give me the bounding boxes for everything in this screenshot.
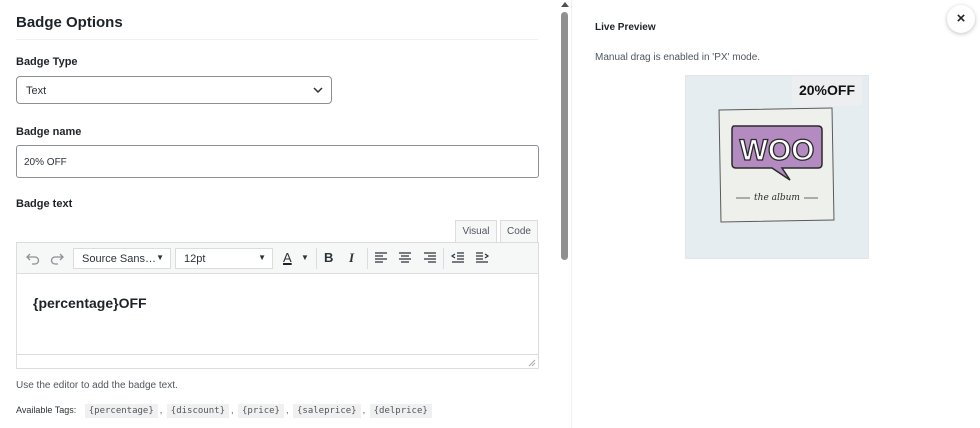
editor-content-area[interactable]: {percentage}OFF: [17, 275, 538, 354]
badge-options-panel: Badge Options Badge Type Text Badge name…: [0, 0, 556, 428]
album-caption-text: the album: [754, 193, 800, 203]
badge-text-label: Badge text: [16, 198, 73, 210]
indent-icon[interactable]: [474, 250, 490, 266]
badge-type-select[interactable]: Text: [16, 76, 332, 104]
font-family-select[interactable]: Source Sans… ▼: [73, 248, 171, 269]
live-preview-note: Manual drag is enabled in 'PX' mode.: [595, 52, 761, 63]
chevron-down-icon: [313, 87, 323, 94]
dropdown-arrow-icon: ▼: [156, 253, 164, 262]
badge-type-value: Text: [26, 85, 47, 97]
text-color-button[interactable]: A ▼: [279, 248, 313, 269]
panel-divider: [571, 0, 572, 428]
italic-button[interactable]: I: [349, 250, 354, 266]
align-right-icon[interactable]: [422, 250, 438, 266]
badge-name-label: Badge name: [16, 126, 82, 138]
available-tags: Available Tags: {percentage}, {discount}…: [16, 404, 434, 418]
badge-type-label: Badge Type: [16, 56, 78, 68]
toolbar-separator: [443, 248, 444, 269]
font-size-value: 12pt: [184, 253, 206, 265]
badge-name-input[interactable]: 20% OFF: [16, 145, 539, 178]
toolbar-separator: [367, 248, 368, 269]
album-logo-text: WOO: [740, 134, 815, 167]
badge-text-content: {percentage}OFF: [33, 295, 147, 311]
tab-code[interactable]: Code: [500, 220, 538, 243]
bold-button[interactable]: B: [324, 250, 333, 265]
toolbar-separator: [316, 248, 317, 269]
tag-percentage[interactable]: {percentage}: [84, 404, 158, 418]
badge-text-editor: Source Sans… ▼ 12pt ▼ A ▼ B I {percentag…: [16, 242, 539, 369]
title-divider: [16, 39, 538, 40]
editor-statusbar: [17, 354, 538, 368]
tag-separator: ,: [230, 405, 234, 415]
tab-visual[interactable]: Visual: [455, 220, 497, 243]
tag-separator: ,: [285, 405, 289, 415]
align-center-icon[interactable]: [397, 250, 413, 266]
tag-saleprice[interactable]: {saleprice}: [292, 404, 361, 418]
tag-price[interactable]: {price}: [238, 404, 284, 418]
tag-separator: ,: [159, 405, 163, 415]
product-preview: WOO the album 20%OFF: [685, 75, 869, 259]
text-color-letter: A: [283, 250, 292, 265]
tag-delprice[interactable]: {delprice}: [369, 404, 432, 418]
panel-title: Badge Options: [16, 14, 123, 31]
font-family-value: Source Sans…: [82, 253, 156, 265]
badge-preview[interactable]: 20%OFF: [792, 76, 862, 106]
outdent-icon[interactable]: [450, 250, 466, 266]
live-preview-title: Live Preview: [595, 22, 656, 33]
scroll-up-icon[interactable]: [561, 2, 569, 7]
badge-name-value: 20% OFF: [24, 157, 67, 168]
font-size-select[interactable]: 12pt ▼: [175, 248, 273, 269]
tag-discount[interactable]: {discount}: [166, 404, 229, 418]
resize-handle-icon[interactable]: [527, 358, 536, 367]
dropdown-arrow-icon: ▼: [258, 253, 266, 262]
woo-album-image: WOO the album: [718, 107, 835, 223]
available-tags-label: Available Tags:: [16, 405, 77, 415]
redo-icon[interactable]: [49, 250, 65, 266]
dropdown-arrow-icon: ▼: [301, 253, 309, 262]
scrollbar-thumb[interactable]: [561, 12, 568, 260]
editor-help-text: Use the editor to add the badge text.: [16, 380, 178, 391]
align-left-icon[interactable]: [373, 250, 389, 266]
close-icon: ×: [956, 10, 966, 27]
close-button[interactable]: ×: [947, 5, 975, 33]
tag-separator: ,: [362, 405, 366, 415]
editor-toolbar: Source Sans… ▼ 12pt ▼ A ▼ B I: [17, 243, 538, 274]
undo-icon[interactable]: [25, 250, 41, 266]
